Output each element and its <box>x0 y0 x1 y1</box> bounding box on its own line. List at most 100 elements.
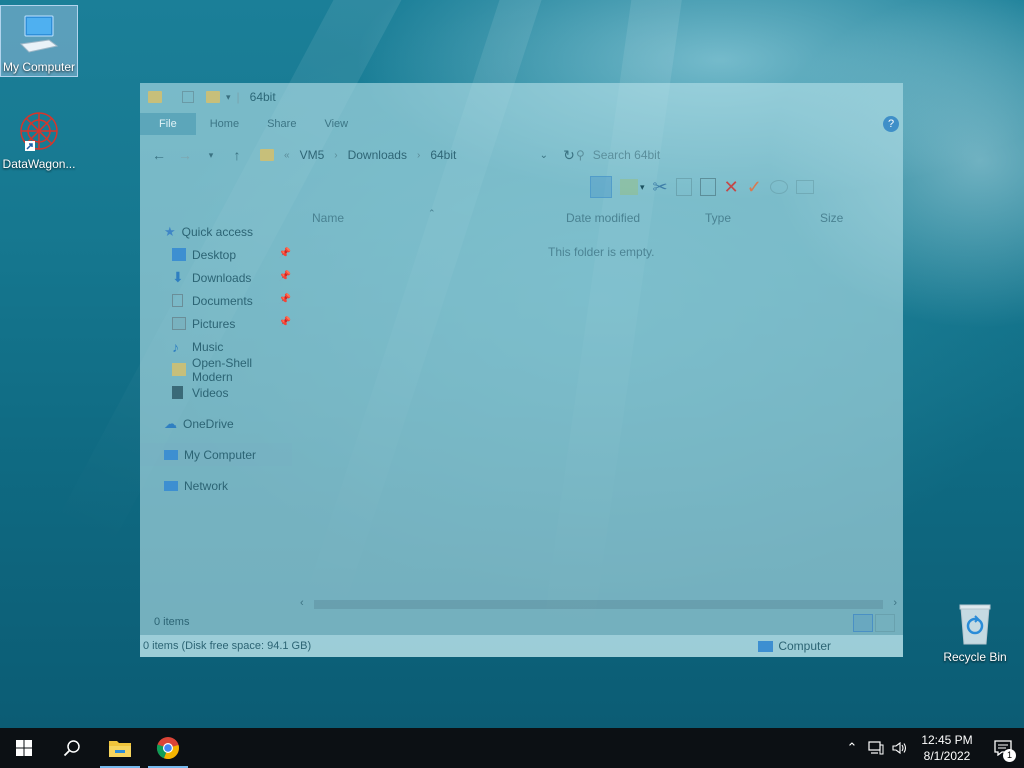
properties-icon[interactable] <box>769 180 788 194</box>
new-folder-icon[interactable] <box>206 91 220 103</box>
column-type[interactable]: Type <box>705 211 731 225</box>
nav-videos[interactable]: Videos <box>140 381 295 404</box>
scroll-right-icon[interactable]: › <box>893 597 897 609</box>
network-icon[interactable] <box>864 728 888 768</box>
file-explorer-window[interactable]: ▾ | 64bit File Home Share View ? ← → ▾ ↑… <box>140 83 903 657</box>
windows-logo-icon <box>16 740 32 756</box>
tab-home[interactable]: Home <box>196 113 253 135</box>
breadcrumb-downloads[interactable]: Downloads <box>348 148 407 162</box>
navigation-pane-icon[interactable] <box>590 176 612 198</box>
nav-item-label: Open-Shell Modern <box>192 355 253 384</box>
chevron-down-icon[interactable]: ▾ <box>226 92 231 103</box>
column-name[interactable]: Name <box>312 211 344 225</box>
recent-locations-chevron-icon[interactable]: ▾ <box>202 150 220 161</box>
sort-chevron-up-icon: ⌃ <box>428 208 436 218</box>
show-hidden-icons-chevron-icon[interactable]: ⌃ <box>840 728 864 768</box>
start-button[interactable] <box>0 728 48 768</box>
details-view-icon[interactable] <box>853 614 873 632</box>
clock-date: 8/1/2022 <box>923 749 971 763</box>
large-icons-view-icon[interactable] <box>875 614 895 632</box>
forward-arrow-icon[interactable]: → <box>176 147 194 163</box>
network-icon <box>164 480 178 491</box>
videos-icon <box>172 386 183 399</box>
overflow-chevron-icon[interactable]: « <box>284 150 290 161</box>
tab-share[interactable]: Share <box>253 113 310 135</box>
notification-badge: 1 <box>1003 749 1016 762</box>
desktop-icon-recycle-bin[interactable]: Recycle Bin <box>938 602 1012 664</box>
pin-icon: 📌 <box>278 248 291 259</box>
clock-time: 12:45 PM <box>921 733 973 747</box>
column-date-modified[interactable]: Date modified <box>566 211 640 225</box>
delete-icon[interactable]: ✕ <box>724 177 739 198</box>
navigation-pane: ★ Quick access Desktop 📌 ⬇ Downloads 📌 D… <box>140 220 295 497</box>
computer-icon <box>758 640 774 652</box>
search-button[interactable] <box>48 728 96 768</box>
nav-network[interactable]: Network <box>140 474 295 497</box>
help-icon[interactable]: ? <box>883 116 899 132</box>
paste-icon[interactable] <box>699 178 716 196</box>
breadcrumb-64bit[interactable]: 64bit <box>430 148 456 162</box>
breadcrumb-separator-icon[interactable]: › <box>334 150 337 161</box>
back-arrow-icon[interactable]: ← <box>150 147 168 163</box>
chevron-down-icon[interactable]: ▾ <box>640 182 645 193</box>
tab-file[interactable]: File <box>140 113 196 135</box>
nav-item-label: Desktop <box>192 247 237 262</box>
nav-item-label: OneDrive <box>183 416 234 431</box>
move-to-icon[interactable] <box>620 179 638 195</box>
title-bar[interactable]: ▾ | 64bit <box>140 83 903 111</box>
desktop-icon-my-computer[interactable]: My Computer <box>0 5 78 77</box>
desktop-icon-label: Recycle Bin <box>943 650 1007 664</box>
folder-icon <box>260 149 274 161</box>
nav-open-shell-modern[interactable]: Open-Shell Modern <box>140 355 295 384</box>
volume-icon[interactable] <box>888 728 912 768</box>
cut-icon[interactable]: ✂ <box>653 177 668 198</box>
nav-downloads[interactable]: ⬇ Downloads 📌 <box>140 266 295 289</box>
zone-label: Computer <box>778 639 831 653</box>
properties-icon[interactable] <box>182 91 194 103</box>
details-status-bar: 0 items (Disk free space: 94.1 GB) Compu… <box>140 635 903 657</box>
computer-icon <box>15 10 63 58</box>
pin-icon: 📌 <box>278 294 291 305</box>
email-icon[interactable] <box>795 180 814 194</box>
checkmark-icon[interactable]: ✓ <box>747 177 762 198</box>
horizontal-scrollbar[interactable]: ‹ › <box>300 597 897 611</box>
search-input[interactable]: ⚲ Search 64bit <box>568 143 893 167</box>
breadcrumb-vm5[interactable]: VM5 <box>300 148 325 162</box>
desktop-icon-datawagon[interactable]: DataWagon... <box>0 103 78 173</box>
tab-view[interactable]: View <box>310 113 362 135</box>
clock[interactable]: 12:45 PM 8/1/2022 <box>912 732 982 764</box>
desktop-folder-icon <box>172 248 186 261</box>
column-size[interactable]: Size <box>820 211 843 225</box>
disk-free-space-text: 0 items (Disk free space: 94.1 GB) <box>143 640 312 652</box>
search-placeholder: Search 64bit <box>592 148 661 162</box>
nav-onedrive[interactable]: ☁ OneDrive <box>140 412 295 435</box>
desktop-icon-label: DataWagon... <box>2 157 76 171</box>
taskbar-chrome[interactable] <box>144 728 192 768</box>
nav-item-label: Documents <box>192 293 253 308</box>
nav-documents[interactable]: Documents 📌 <box>140 289 295 312</box>
breadcrumb-separator-icon[interactable]: › <box>417 150 420 161</box>
nav-quick-access[interactable]: ★ Quick access <box>140 220 295 243</box>
nav-item-label: Pictures <box>192 316 236 331</box>
star-icon: ★ <box>164 223 176 239</box>
up-arrow-icon[interactable]: ↑ <box>228 147 246 163</box>
copy-icon[interactable] <box>675 178 692 196</box>
action-center-button[interactable]: 1 <box>982 728 1024 768</box>
nav-my-computer[interactable]: My Computer <box>140 443 292 466</box>
nav-pictures[interactable]: Pictures 📌 <box>140 312 295 335</box>
nav-desktop[interactable]: Desktop 📌 <box>140 243 295 266</box>
address-bar[interactable]: « VM5 › Downloads › 64bit ⌄ <box>254 143 552 167</box>
scroll-left-icon[interactable]: ‹ <box>300 597 304 609</box>
column-headers: Name ⌃ Date modified Type Size <box>300 208 900 230</box>
pin-icon: 📌 <box>278 317 291 328</box>
empty-folder-message: This folder is empty. <box>548 245 655 259</box>
desktop-icon-label: My Computer <box>2 60 76 74</box>
address-dropdown-icon[interactable]: ⌄ <box>540 150 552 161</box>
scrollbar-track[interactable] <box>314 600 883 609</box>
status-item-count: 0 items <box>154 616 190 628</box>
taskbar-file-explorer[interactable] <box>96 728 144 768</box>
ribbon-tabs: File Home Share View <box>140 111 903 137</box>
system-tray: ⌃ 12:45 PM 8/1/2022 1 <box>840 728 1024 768</box>
